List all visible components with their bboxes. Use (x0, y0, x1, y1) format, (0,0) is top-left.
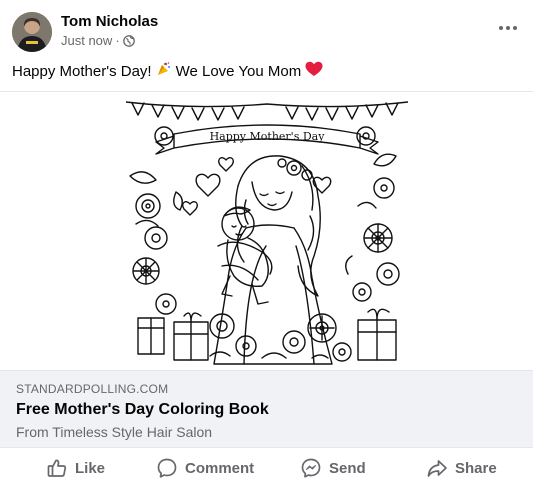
meta-separator: · (115, 33, 120, 48)
comment-label: Comment (185, 459, 255, 477)
share-button[interactable]: Share (426, 457, 497, 479)
more-options-icon (499, 26, 503, 30)
comment-button[interactable]: Comment (156, 457, 254, 479)
like-label: Like (75, 459, 106, 477)
party-popper-icon (156, 61, 172, 81)
author-name[interactable]: Tom Nicholas (61, 13, 158, 30)
post-timestamp[interactable]: Just now (61, 33, 112, 48)
post-actions-bar: Like Comment Send Share (0, 447, 533, 485)
link-preview[interactable]: STANDARDPOLLING.COM Free Mother's Day Co… (0, 370, 533, 447)
messenger-icon (301, 458, 321, 478)
more-options-button[interactable] (497, 18, 519, 38)
message-tail: We Love You Mom (175, 62, 302, 80)
coloring-page-illustration: Happy Mother's Day (126, 96, 408, 368)
send-label: Send (329, 459, 366, 477)
thumbs-up-icon (47, 459, 67, 477)
comment-bubble-icon (157, 458, 177, 478)
post-image[interactable]: Happy Mother's Day (0, 92, 533, 370)
message-text: Happy Mother's Day! (12, 62, 152, 80)
banner-text: Happy Mother's Day (210, 130, 326, 143)
share-label: Share (455, 459, 497, 477)
share-arrow-icon (427, 460, 447, 477)
globe-icon[interactable] (122, 34, 135, 47)
author-avatar[interactable] (12, 12, 52, 52)
post-message: Happy Mother's Day! We Love You Mom (12, 61, 323, 81)
link-subtitle: From Timeless Style Hair Salon (16, 424, 213, 440)
like-button[interactable]: Like (46, 457, 105, 479)
link-domain: STANDARDPOLLING.COM (16, 382, 169, 396)
send-button[interactable]: Send (300, 457, 366, 479)
heart-icon (305, 61, 323, 81)
post-header: Tom Nicholas Just now · (0, 0, 533, 56)
link-title[interactable]: Free Mother's Day Coloring Book (16, 401, 269, 419)
post-meta: Just now · (61, 33, 135, 48)
